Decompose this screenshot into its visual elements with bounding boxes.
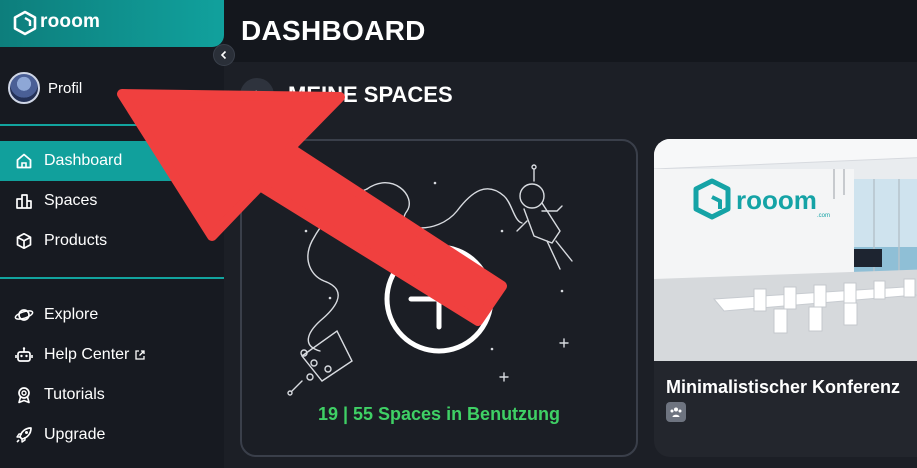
external-link-icon — [135, 350, 146, 360]
planet-icon — [14, 305, 34, 325]
home-icon — [14, 151, 34, 171]
sidebar-collapse-button[interactable] — [213, 44, 235, 66]
sidebar: rooom Profil Dashboard Spaces Products E… — [0, 0, 235, 468]
thumb-brand-text: rooom — [736, 185, 817, 215]
sidebar-item-explore[interactable]: Explore — [0, 295, 224, 335]
cube-icon — [14, 231, 34, 251]
space-card[interactable]: rooom .com Minimalistischer Konferenz — [654, 139, 917, 457]
brand-header[interactable]: rooom — [0, 0, 224, 47]
sidebar-item-label: Upgrade — [44, 426, 106, 443]
sidebar-item-label: Products — [44, 232, 108, 249]
sidebar-item-help-center[interactable]: Help Center — [0, 335, 224, 375]
badge-icon — [14, 385, 34, 405]
section-title: MEINE SPACES — [288, 82, 453, 107]
sidebar-item-label: Explore — [44, 306, 99, 323]
space-card-title: Minimalistischer Konferenz — [666, 377, 901, 397]
avatar — [8, 72, 40, 104]
thumb-brand-suffix: .com — [817, 213, 830, 219]
users-icon — [670, 407, 682, 417]
chevron-left-icon — [220, 50, 227, 60]
sidebar-item-label: Dashboard — [44, 152, 123, 169]
sidebar-item-spaces[interactable]: Spaces — [0, 181, 224, 221]
section-expand-button[interactable] — [240, 78, 274, 112]
chevron-right-icon — [254, 90, 261, 100]
sidebar-item-dashboard[interactable]: Dashboard — [0, 141, 224, 181]
sidebar-item-label: Tutorials — [44, 386, 105, 403]
profile-link[interactable]: Profil — [8, 72, 82, 104]
rocket-icon — [14, 425, 34, 445]
sidebar-item-label: Help Center — [44, 346, 130, 363]
main-header: DASHBOARD — [224, 0, 917, 62]
spaces-icon — [14, 191, 34, 211]
space-thumbnail: rooom .com — [654, 139, 917, 361]
sidebar-item-tutorials[interactable]: Tutorials — [0, 375, 224, 415]
sidebar-item-label: Spaces — [44, 192, 98, 209]
team-space-badge — [666, 402, 686, 422]
spaces-usage-text: 19 | 55 Spaces in Benutzung — [317, 404, 561, 424]
rooom-logo-icon — [13, 10, 37, 36]
sidebar-divider — [0, 277, 224, 279]
profile-label: Profil — [48, 79, 83, 97]
sidebar-item-upgrade[interactable]: Upgrade — [0, 415, 224, 455]
brand-name: rooom — [40, 11, 101, 32]
sidebar-divider — [0, 124, 224, 126]
sidebar-item-products[interactable]: Products — [0, 221, 224, 261]
robot-icon — [14, 345, 34, 365]
page-title: DASHBOARD — [241, 15, 426, 46]
add-space-card[interactable]: 19 | 55 Spaces in Benutzung — [240, 139, 638, 457]
